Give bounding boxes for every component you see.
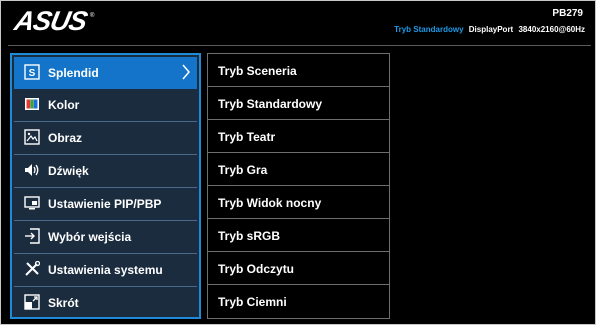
status-resolution: 3840x2160@60Hz	[518, 25, 585, 34]
image-icon	[24, 129, 40, 145]
svg-text:S: S	[29, 68, 36, 79]
status-line: Tryb Standardowy DisplayPort 3840x2160@6…	[394, 25, 585, 34]
submenu-item-label: Tryb Standardowy	[218, 97, 323, 111]
osd-header: ASUS ® PB279 Tryb Standardowy DisplayPor…	[1, 1, 595, 39]
system-settings-icon	[25, 261, 40, 276]
model-name: PB279	[552, 8, 583, 19]
chevron-right-icon	[182, 64, 190, 80]
pip-icon	[24, 196, 40, 210]
submenu-item-sceneria[interactable]: Tryb Sceneria	[208, 54, 389, 87]
input-select-icon	[25, 228, 40, 244]
shortcut-icon	[24, 294, 40, 310]
color-icon	[25, 98, 39, 110]
submenu-item-label: Tryb Widok nocny	[218, 196, 322, 210]
submenu-item-odczytu[interactable]: Tryb Odczytu	[208, 252, 389, 285]
status-input: DisplayPort	[468, 25, 514, 34]
submenu-item-label: Tryb Teatr	[218, 130, 276, 144]
splendid-submenu: Tryb Sceneria Tryb Standardowy Tryb Teat…	[207, 53, 390, 319]
menu-item-label: Skrót	[48, 296, 79, 310]
menu-item-dzwiek[interactable]: Dźwięk	[14, 155, 197, 187]
menu-item-obraz[interactable]: Obraz	[14, 122, 197, 154]
header-divider	[8, 45, 591, 46]
menu-item-label: Dźwięk	[48, 164, 89, 178]
menu-item-splendid[interactable]: S Splendid	[14, 57, 197, 89]
menu-item-label: Ustawienia systemu	[48, 263, 163, 277]
submenu-item-srgb[interactable]: Tryb sRGB	[208, 219, 389, 252]
osd-window: ASUS ® PB279 Tryb Standardowy DisplayPor…	[0, 0, 596, 325]
submenu-item-teatr[interactable]: Tryb Teatr	[208, 120, 389, 153]
submenu-item-label: Tryb Ciemni	[218, 295, 287, 309]
splendid-icon: S	[24, 64, 40, 80]
menu-item-label: Wybór wejścia	[48, 230, 132, 244]
submenu-item-label: Tryb Odczytu	[218, 262, 295, 276]
menu-item-pip-pbp[interactable]: Ustawienie PIP/PBP	[14, 188, 197, 220]
submenu-item-gra[interactable]: Tryb Gra	[208, 153, 389, 186]
menu-item-wybor-wejscia[interactable]: Wybór wejścia	[14, 221, 197, 253]
main-menu: S Splendid Kolor Obraz Dźwięk Ustawienie…	[10, 53, 201, 319]
menu-item-label: Obraz	[48, 131, 83, 145]
registered-mark: ®	[90, 13, 95, 19]
status-mode: Tryb Standardowy	[394, 25, 464, 34]
asus-logo: ASUS	[11, 6, 90, 36]
submenu-item-widok-nocny[interactable]: Tryb Widok nocny	[208, 186, 389, 219]
menu-item-skrot[interactable]: Skrót	[14, 287, 197, 319]
submenu-item-standardowy[interactable]: Tryb Standardowy	[208, 87, 389, 120]
menu-item-label: Kolor	[48, 98, 80, 112]
menu-item-label: Ustawienie PIP/PBP	[48, 197, 162, 211]
speaker-icon	[25, 164, 39, 176]
submenu-item-label: Tryb sRGB	[218, 229, 281, 243]
menu-item-label: Splendid	[48, 66, 99, 80]
menu-item-ustawienia-systemu[interactable]: Ustawienia systemu	[14, 254, 197, 286]
submenu-item-ciemni[interactable]: Tryb Ciemni	[208, 285, 389, 318]
menu-item-kolor[interactable]: Kolor	[14, 89, 197, 121]
submenu-item-label: Tryb Gra	[218, 163, 268, 177]
submenu-item-label: Tryb Sceneria	[218, 64, 297, 78]
